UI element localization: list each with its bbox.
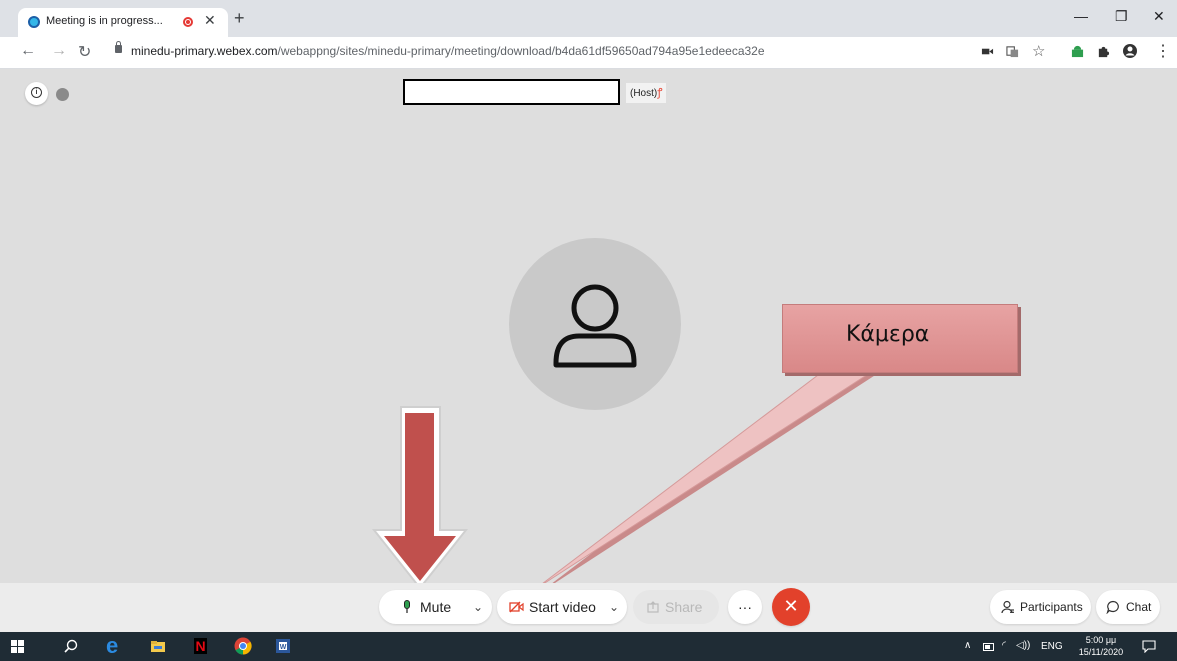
volume-icon[interactable]: ◁))	[1016, 640, 1030, 651]
callout-label: Κάμερα	[846, 322, 930, 347]
participants-button[interactable]: Participants	[990, 590, 1091, 624]
video-off-icon	[509, 601, 524, 613]
share-button[interactable]: Share	[633, 590, 719, 624]
participants-label: Participants	[1020, 600, 1083, 614]
netflix-icon[interactable]: N	[194, 638, 207, 654]
chevron-down-icon[interactable]: ⌄	[609, 590, 619, 624]
share-label: Share	[665, 599, 703, 615]
mute-label: Mute	[420, 599, 452, 615]
chat-label: Chat	[1126, 600, 1152, 614]
mute-button[interactable]: Mute ⌄	[379, 590, 492, 624]
file-explorer-icon[interactable]	[150, 638, 166, 654]
participants-icon	[1001, 600, 1014, 614]
chat-icon	[1106, 600, 1119, 614]
clock-date: 15/11/2020	[1078, 647, 1124, 657]
microphone-icon	[404, 600, 410, 613]
close-icon: ✕	[783, 596, 799, 616]
svg-text:W: W	[280, 644, 287, 651]
meeting-controls-bar: Mute ⌄ Start video ⌄ Share ··· ✕ Partici…	[0, 583, 1177, 632]
clock-time: 5:00 μμ	[1085, 635, 1117, 645]
notifications-icon[interactable]	[1142, 640, 1156, 653]
more-options-button[interactable]: ···	[728, 590, 762, 624]
tray-overflow-icon[interactable]: ∧	[964, 640, 971, 651]
wifi-icon[interactable]: ◜	[1002, 640, 1006, 651]
camera-callout: Κάμερα	[782, 304, 1018, 373]
search-icon[interactable]	[63, 638, 79, 654]
windows-taskbar: e N W ∧ ◜ ◁)) ENG 5:00 μμ 15/11/2020	[0, 632, 1177, 661]
callout-pointer-shadow	[538, 372, 880, 594]
leave-meeting-button[interactable]: ✕	[772, 588, 810, 626]
word-icon[interactable]: W	[275, 638, 291, 654]
chrome-icon[interactable]	[234, 637, 252, 655]
windows-start-icon[interactable]	[11, 640, 24, 653]
chat-button[interactable]: Chat	[1096, 590, 1160, 624]
chevron-down-icon[interactable]: ⌄	[473, 590, 483, 624]
battery-icon[interactable]	[983, 643, 995, 651]
language-indicator[interactable]: ENG	[1041, 641, 1063, 652]
callout-pointer	[533, 368, 878, 591]
start-video-label: Start video	[529, 599, 596, 615]
edge-icon[interactable]: e	[106, 633, 118, 659]
share-icon	[647, 601, 659, 613]
start-video-button[interactable]: Start video ⌄	[497, 590, 627, 624]
taskbar-clock[interactable]: 5:00 μμ 15/11/2020	[1077, 634, 1125, 658]
